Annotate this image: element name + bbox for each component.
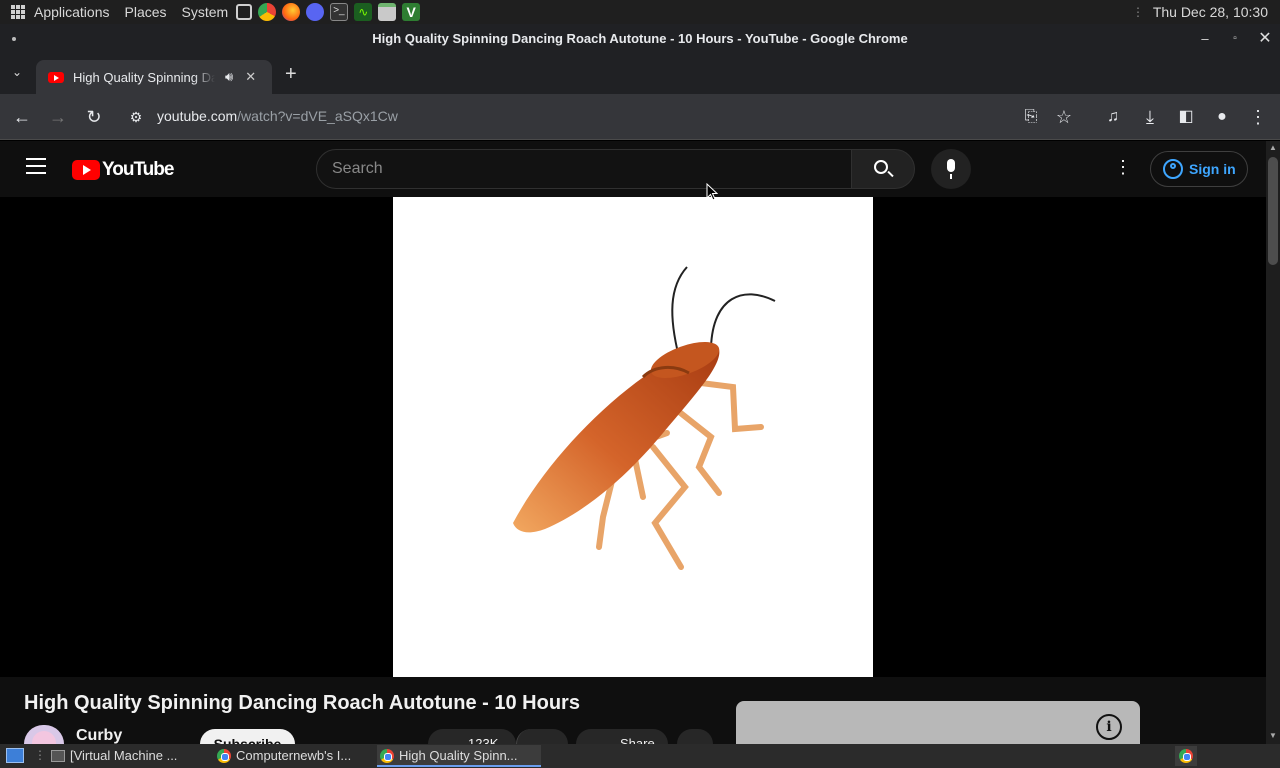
video-player[interactable] xyxy=(393,197,873,677)
panel-separator: ⋮ xyxy=(1132,5,1144,19)
dislike-button[interactable] xyxy=(516,729,568,744)
sign-in-label: Sign in xyxy=(1189,161,1236,177)
youtube-logo[interactable]: YouTube xyxy=(72,159,174,181)
discord-icon[interactable] xyxy=(306,3,325,21)
url-path: /watch?v=dVE_aSQx1Cw xyxy=(237,108,398,124)
info-icon[interactable]: i xyxy=(1096,714,1122,740)
sign-in-button[interactable]: Sign in xyxy=(1150,151,1248,187)
show-desktop-icon[interactable] xyxy=(6,748,24,763)
chrome-tray-icon xyxy=(1179,749,1193,763)
channel-name[interactable]: Curby xyxy=(76,727,122,745)
audio-playing-icon[interactable]: 🔊︎ xyxy=(225,69,233,85)
taskbar-item[interactable]: [Virtual Machine ... xyxy=(48,745,210,767)
media-controls-icon[interactable]: ♫ xyxy=(1100,104,1126,130)
address-bar[interactable]: youtube.com/watch?v=dVE_aSQx1Cw xyxy=(157,108,398,124)
youtube-favicon-icon xyxy=(48,71,64,83)
window-title: High Quality Spinning Dancing Roach Auto… xyxy=(372,31,908,46)
bookmark-star-icon[interactable]: ☆ xyxy=(1051,104,1077,130)
window-menu-icon[interactable] xyxy=(12,37,16,41)
profile-icon[interactable]: ● xyxy=(1209,104,1235,130)
share-label: Share xyxy=(620,736,655,744)
close-window-icon[interactable]: ✕ xyxy=(1250,24,1280,54)
microphone-icon xyxy=(947,159,955,172)
taskbar-item-label: High Quality Spinn... xyxy=(399,748,518,763)
youtube-header: YouTube Search ⋮ Sign in xyxy=(0,141,1266,197)
url-host: youtube.com xyxy=(157,108,238,124)
youtube-logo-icon xyxy=(72,160,100,180)
settings-menu-icon[interactable]: ⋮ xyxy=(1114,157,1132,178)
screenshot-icon[interactable] xyxy=(236,4,253,20)
back-icon[interactable]: ← xyxy=(9,104,35,130)
video-title: High Quality Spinning Dancing Roach Auto… xyxy=(24,692,580,714)
top-panel: Applications Places System >_ ∿ V ⋮ Thu … xyxy=(0,0,1280,24)
terminal-icon[interactable]: >_ xyxy=(330,3,349,21)
window-titlebar[interactable]: High Quality Spinning Dancing Roach Auto… xyxy=(0,24,1280,54)
vim-icon[interactable]: V xyxy=(402,3,421,21)
mouse-cursor-icon xyxy=(706,183,718,201)
taskbar: ⋮ [Virtual Machine ... Computernewb's I.… xyxy=(0,744,1280,768)
scrollbar-thumb[interactable] xyxy=(1268,157,1278,265)
taskbar-item[interactable]: High Quality Spinn... xyxy=(377,745,541,767)
minimize-icon[interactable]: – xyxy=(1190,24,1220,54)
apps-grid-icon[interactable] xyxy=(11,5,25,19)
firefox-icon[interactable] xyxy=(282,3,301,21)
taskbar-item[interactable]: Computernewb's I... xyxy=(214,745,372,767)
like-count: 123K xyxy=(468,736,499,744)
site-info-icon[interactable]: ⚙ xyxy=(123,104,149,130)
roach-video-frame xyxy=(513,266,776,570)
account-circle-icon xyxy=(1163,159,1183,179)
subscribe-button[interactable]: Subscribe xyxy=(200,729,295,744)
vm-window-icon xyxy=(51,750,65,762)
taskbar-separator: ⋮ xyxy=(34,748,46,762)
info-panel xyxy=(736,701,1140,744)
tab-title: High Quality Spinning Dancing Roach Auto… xyxy=(73,69,215,85)
hamburger-menu-icon[interactable] xyxy=(26,158,46,174)
tab-youtube[interactable]: High Quality Spinning Dancing Roach Auto… xyxy=(36,60,272,94)
like-button[interactable]: 123K xyxy=(428,729,516,744)
files-icon[interactable] xyxy=(378,3,397,21)
chrome-icon[interactable] xyxy=(258,3,277,21)
chrome-icon xyxy=(217,749,231,763)
reload-icon[interactable]: ↻ xyxy=(81,104,107,130)
search-input[interactable]: Search xyxy=(316,149,852,189)
voice-search-button[interactable] xyxy=(931,149,971,189)
tab-search-chevron-icon[interactable]: ⌄ xyxy=(12,65,22,79)
side-panel-icon[interactable]: ◧ xyxy=(1173,104,1199,130)
system-menu[interactable]: System xyxy=(182,4,229,20)
scroll-down-icon[interactable]: ▼ xyxy=(1269,731,1277,740)
taskbar-item-label: [Virtual Machine ... xyxy=(70,748,178,763)
chrome-icon xyxy=(380,749,394,763)
scroll-up-icon[interactable]: ▲ xyxy=(1269,143,1277,152)
close-tab-icon[interactable]: ✕ xyxy=(245,69,256,85)
taskbar-item-label: Computernewb's I... xyxy=(236,748,352,763)
tab-strip: ⌄ High Quality Spinning Dancing Roach Au… xyxy=(0,54,1280,94)
tray-item[interactable] xyxy=(1175,746,1197,766)
search-button[interactable] xyxy=(851,149,915,189)
forward-icon[interactable]: → xyxy=(45,104,71,130)
new-tab-icon[interactable]: + xyxy=(285,63,297,86)
search-icon xyxy=(874,160,888,174)
browser-toolbar: ← → ↻ ⚙ youtube.com/watch?v=dVE_aSQx1Cw … xyxy=(0,94,1280,140)
places-menu[interactable]: Places xyxy=(125,4,167,20)
install-app-icon[interactable]: ⎘ xyxy=(1018,104,1044,130)
monitor-icon[interactable]: ∿ xyxy=(354,3,373,21)
youtube-logo-text: YouTube xyxy=(102,159,174,180)
downloads-icon[interactable]: ⤓ xyxy=(1137,104,1163,130)
maximize-icon[interactable]: ▫ xyxy=(1220,24,1250,54)
applications-menu[interactable]: Applications xyxy=(34,4,110,20)
chrome-menu-icon[interactable]: ⋮ xyxy=(1245,104,1271,130)
share-button[interactable]: Share xyxy=(576,729,668,744)
clock[interactable]: Thu Dec 28, 10:30 xyxy=(1153,4,1268,20)
